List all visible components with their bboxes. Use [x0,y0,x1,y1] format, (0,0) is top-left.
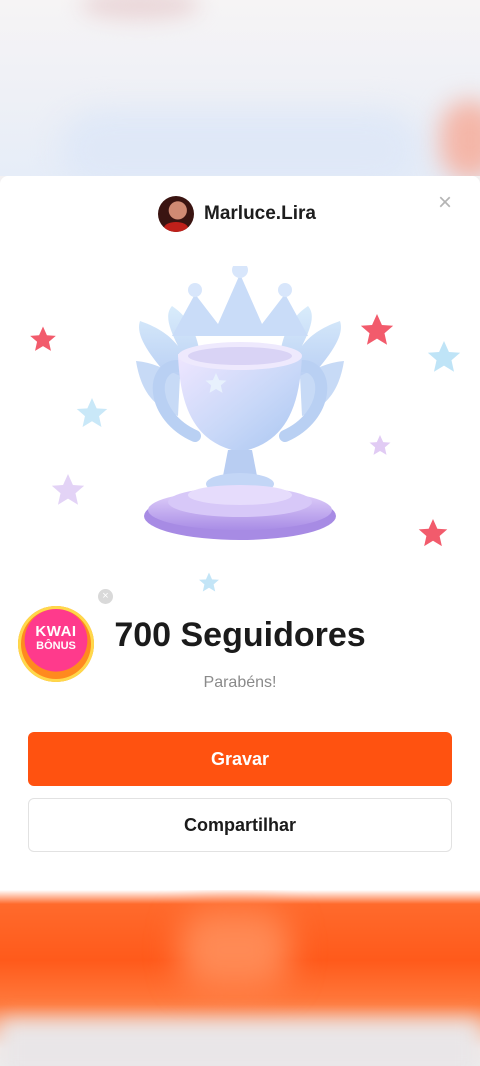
star-icon [418,519,448,547]
star-icon [51,474,85,505]
milestone-modal: × Marluce.Lira KWAI BÔNUS × 700 Seguidor… [0,176,480,890]
background-blur-bottom [0,890,480,1066]
star-icon [30,326,56,351]
milestone-title: 700 Seguidores [114,616,366,654]
star-icon [427,341,461,372]
trophy-illustration [30,266,461,592]
milestone-subtitle: Parabéns! [203,674,277,691]
record-button[interactable]: Gravar [28,732,452,786]
share-button[interactable]: Compartilhar [28,798,452,852]
user-header: Marluce.Lira [158,195,316,233]
star-icon [199,572,219,592]
avatar[interactable] [158,196,194,232]
star-icon [76,398,108,427]
close-small-icon[interactable]: × [98,589,113,604]
background-blur-top [0,0,480,176]
close-icon[interactable]: × [434,191,456,215]
star-icon [360,314,394,345]
star-icon [369,435,391,455]
username: Marluce.Lira [204,203,316,224]
